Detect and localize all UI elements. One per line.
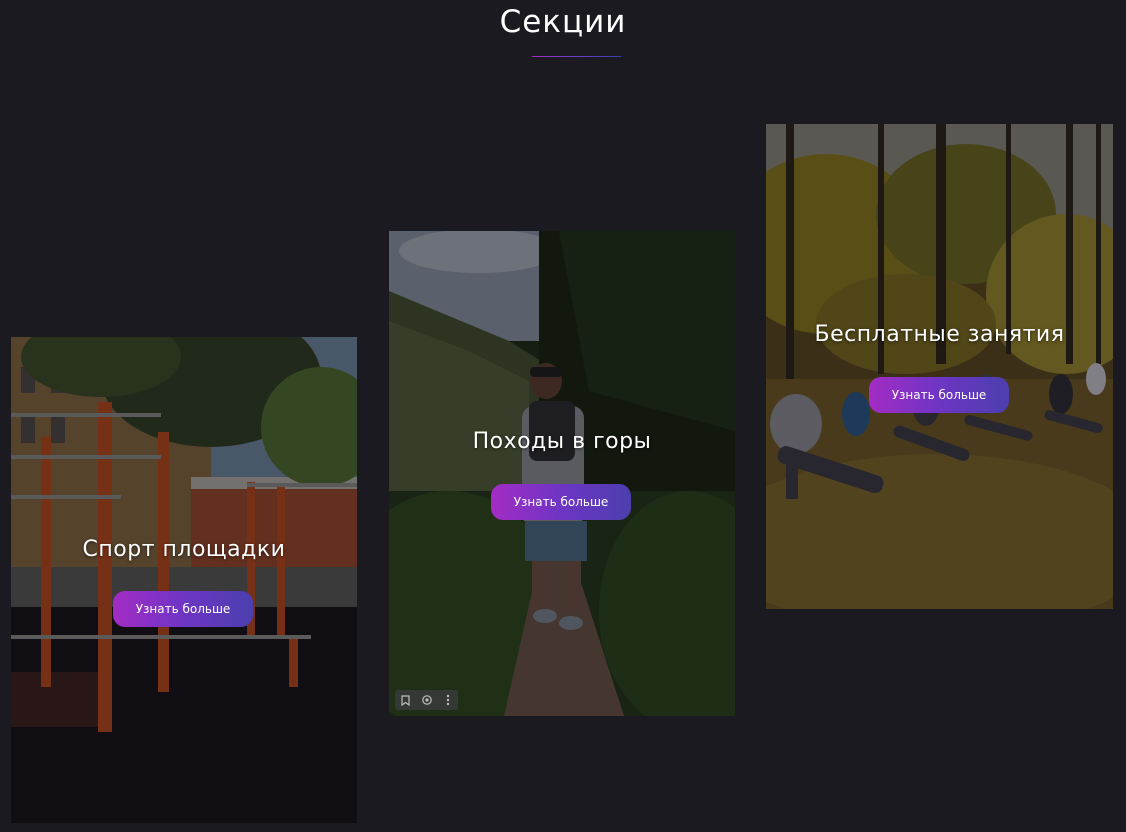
card-overlay: [11, 337, 357, 823]
learn-more-button[interactable]: Узнать больше: [113, 591, 253, 627]
card-title: Спорт площадки: [82, 537, 286, 562]
image-toolbar: [395, 690, 458, 710]
bookmark-icon[interactable]: [395, 690, 416, 710]
card-title: Бесплатные занятия: [814, 322, 1065, 347]
card-title: Походы в горы: [472, 429, 652, 454]
section-card-free-classes: Бесплатные занятия Узнать больше: [766, 124, 1113, 609]
card-overlay: [766, 124, 1113, 609]
section-card-sport-grounds: Спорт площадки Узнать больше: [11, 337, 357, 823]
lens-icon[interactable]: [416, 690, 437, 710]
learn-more-button[interactable]: Узнать больше: [869, 377, 1009, 413]
title-underline: [532, 56, 621, 57]
page-title: Секции: [499, 4, 627, 40]
more-vertical-icon[interactable]: [437, 690, 458, 710]
card-overlay: [389, 231, 735, 716]
learn-more-button[interactable]: Узнать больше: [491, 484, 631, 520]
section-card-mountain-hikes: Походы в горы Узнать больше: [389, 231, 735, 716]
